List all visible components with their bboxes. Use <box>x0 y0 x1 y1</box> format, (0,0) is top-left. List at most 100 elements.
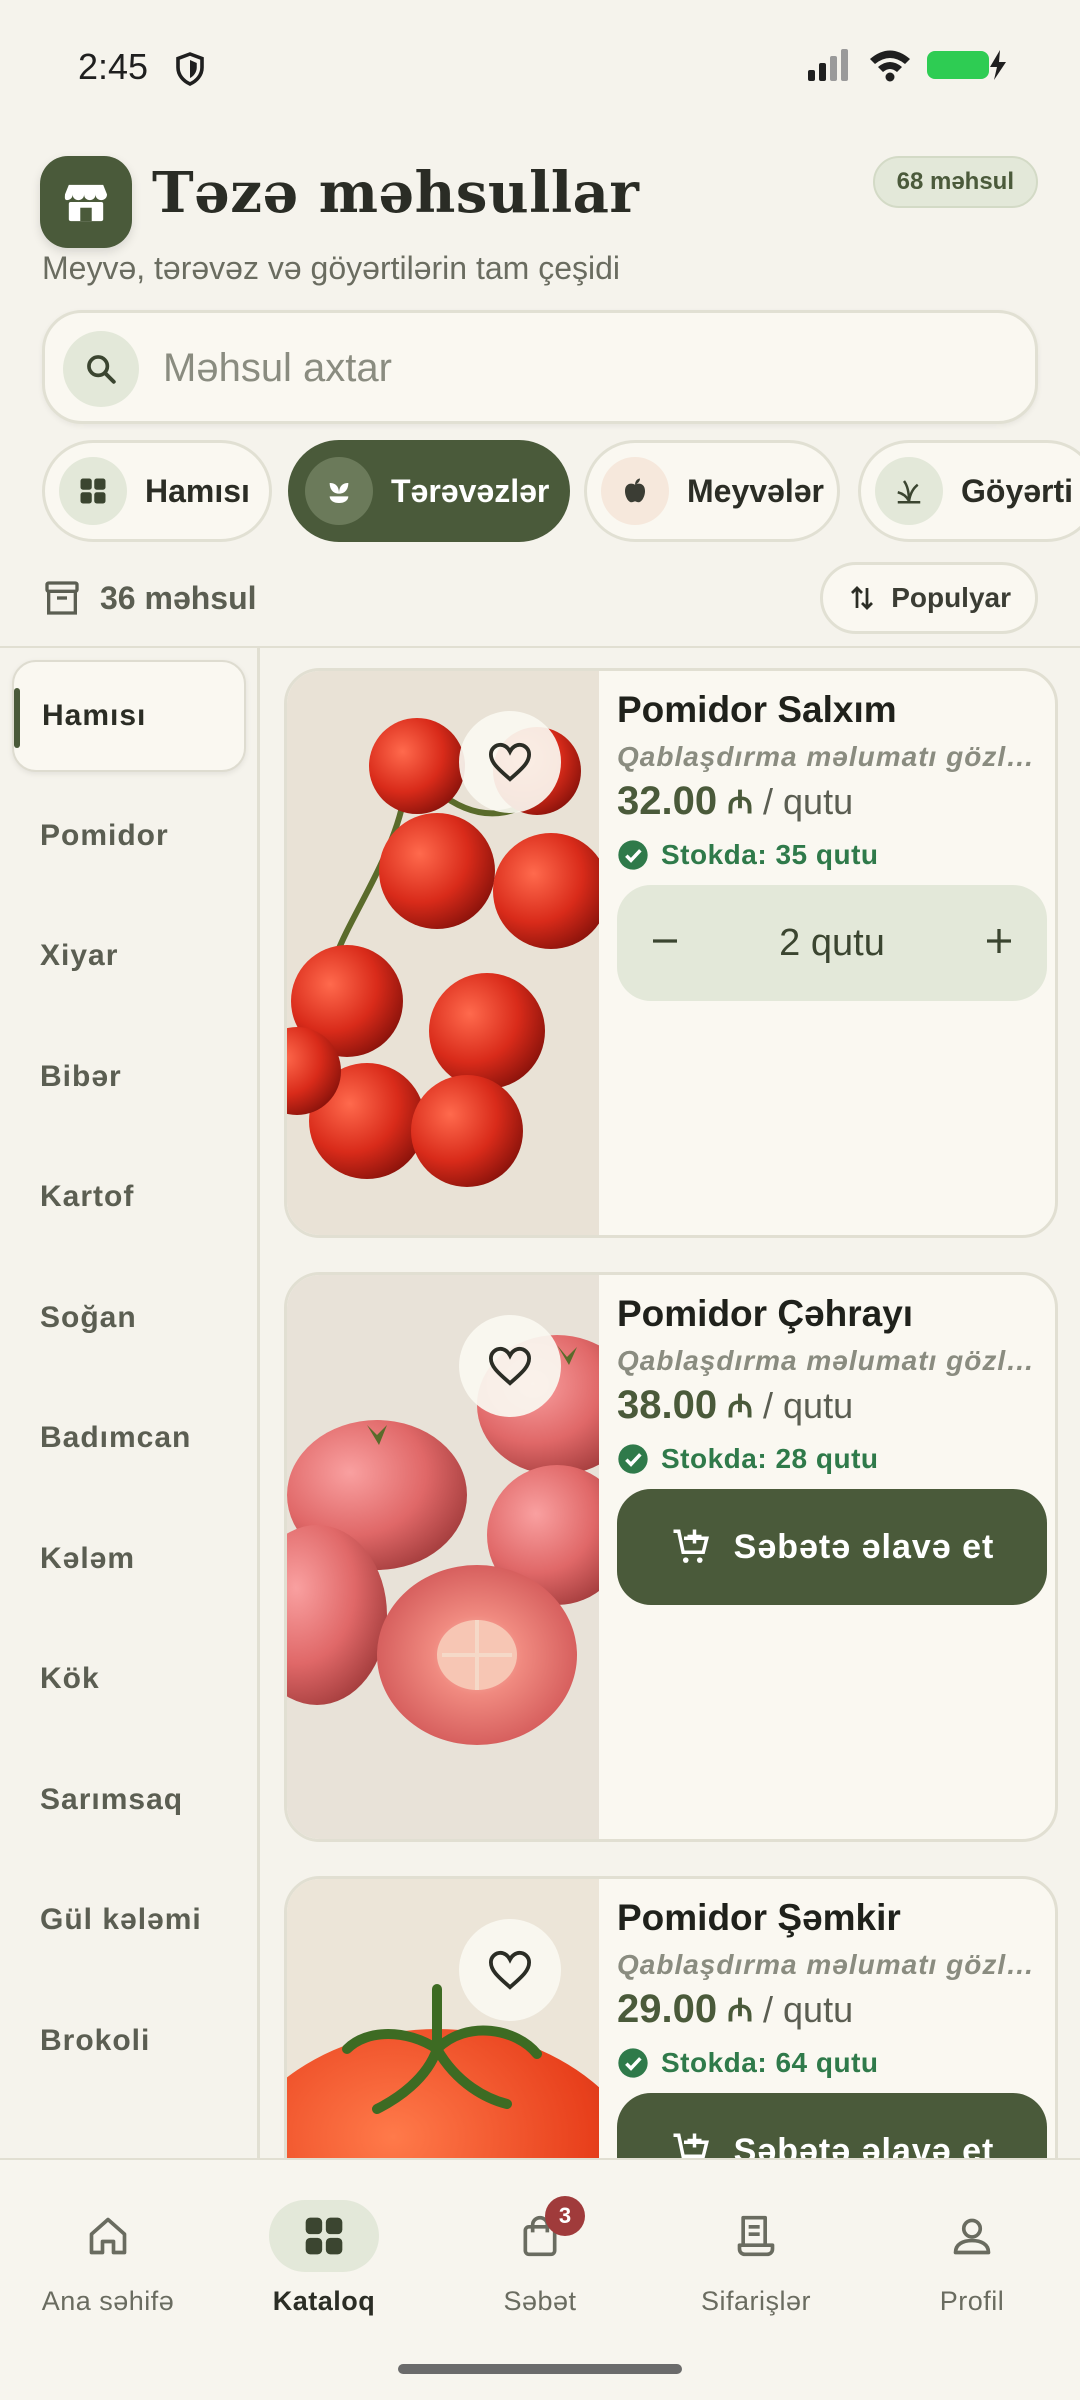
price-value: 29.00 <box>617 1987 718 2031</box>
wifi-icon <box>870 50 910 82</box>
home-icon <box>53 2200 163 2272</box>
decrease-button[interactable] <box>647 923 683 964</box>
search-icon <box>63 331 139 407</box>
quantity-stepper: 2 qutu <box>617 885 1047 1001</box>
nav-orders[interactable]: Sifarişlər <box>648 2200 864 2317</box>
nav-profile[interactable]: Profil <box>864 2200 1080 2317</box>
chip-label: Göyərti <box>961 472 1074 509</box>
sort-arrows-icon <box>851 586 874 610</box>
sort-label: Populyar <box>891 582 1011 613</box>
chip-label: Meyvələr <box>687 472 824 509</box>
stock-status: Stokda: 35 qutu <box>617 839 879 871</box>
chip-vegetables[interactable]: Tərəvəzlər <box>288 440 570 542</box>
add-to-cart-label: Səbətə əlavə et <box>733 1527 995 1566</box>
add-to-cart-button[interactable]: Səbətə əlavə et <box>617 2093 1047 2158</box>
status-bar: 2:45 <box>0 0 1080 130</box>
sidebar-item-broccoli[interactable]: Brokoli <box>12 1985 246 2097</box>
sidebar-item-carrot[interactable]: Kök <box>12 1623 246 1735</box>
currency-symbol: ₼ <box>727 1992 754 2028</box>
increase-button[interactable] <box>981 923 1017 964</box>
chip-greens[interactable]: Göyərti <box>858 440 1080 542</box>
cart-count-badge: 3 <box>545 2196 585 2236</box>
favorite-button[interactable] <box>459 711 561 813</box>
product-card[interactable]: Pomidor Şəmkir Qablaşdırma məlumatı gözl… <box>284 1876 1058 2158</box>
sidebar-item-cucumber[interactable]: Xiyar <box>12 900 246 1012</box>
add-to-cart-label: Səbətə əlavə et <box>733 2131 995 2159</box>
price-unit: / qutu <box>763 1988 854 2030</box>
shield-icon <box>176 52 204 86</box>
product-card[interactable]: Pomidor Salxım Qablaşdırma məlumatı gözl… <box>284 668 1058 1238</box>
nav-label: Profil <box>939 2286 1005 2316</box>
price-unit: / qutu <box>763 1384 854 1426</box>
herb-icon <box>875 457 943 525</box>
battery-charging-icon <box>927 50 1006 80</box>
product-pack-info: Qablaşdırma məlumatı gözlənilir <box>617 741 1047 772</box>
home-indicator[interactable] <box>398 2364 682 2374</box>
product-card[interactable]: Pomidor Çəhrayı Qablaşdırma məlumatı göz… <box>284 1272 1058 1842</box>
product-info: Pomidor Salxım Qablaşdırma məlumatı gözl… <box>617 671 1047 1235</box>
sidebar-item-potato[interactable]: Kartof <box>12 1141 246 1253</box>
search-box[interactable] <box>42 310 1038 424</box>
sidebar-item-tomato[interactable]: Pomidor <box>12 780 246 892</box>
catalog-grid-icon <box>269 2200 379 2272</box>
sidebar-item-garlic[interactable]: Sarımsaq <box>12 1744 246 1856</box>
heart-icon <box>488 1346 532 1386</box>
signal-icon <box>808 49 848 81</box>
chip-fruits[interactable]: Meyvələr <box>584 440 840 542</box>
product-pack-info: Qablaşdırma məlumatı gözlənilir <box>617 1949 1047 1980</box>
sidebar-item-onion[interactable]: Soğan <box>12 1262 246 1374</box>
person-icon <box>917 2200 1027 2272</box>
archive-box-icon <box>45 581 79 615</box>
stock-text: Stokda: 28 qutu <box>661 1443 879 1474</box>
nav-catalog[interactable]: Kataloq <box>216 2200 432 2317</box>
nav-label: Kataloq <box>272 2286 376 2316</box>
search-input[interactable] <box>163 335 983 401</box>
product-name: Pomidor Şəmkir <box>617 1897 901 1938</box>
product-image <box>287 671 599 1235</box>
product-pack-info: Qablaşdırma məlumatı gözlənilir <box>617 1345 1047 1376</box>
page-title: Təzə məhsullar <box>152 160 640 226</box>
plus-icon <box>987 928 1011 953</box>
product-name: Pomidor Salxım <box>617 689 897 730</box>
sidebar-item-pepper[interactable]: Bibər <box>12 1021 246 1133</box>
sidebar-item-all[interactable]: Hamısı <box>12 660 246 772</box>
nav-label: Ana səhifə <box>41 2286 175 2316</box>
cart-add-icon <box>673 2133 709 2158</box>
chip-all[interactable]: Hamısı <box>42 440 272 542</box>
product-info: Pomidor Şəmkir Qablaşdırma məlumatı gözl… <box>617 1879 1047 2158</box>
sidebar-item-eggplant[interactable]: Badımcan <box>12 1382 246 1494</box>
chip-label: Tərəvəzlər <box>391 472 550 509</box>
nav-home[interactable]: Ana səhifə <box>0 2200 216 2317</box>
check-circle-icon <box>618 1444 648 1474</box>
product-list: Pomidor Salxım Qablaşdırma məlumatı gözl… <box>282 648 1080 2158</box>
quantity-value: 2 qutu <box>779 921 885 964</box>
nav-label: Səbət <box>503 2286 577 2316</box>
sidebar-item-cauliflower[interactable]: Gül kələmi <box>12 1864 246 1976</box>
sidebar-item-cabbage[interactable]: Kələm <box>12 1503 246 1615</box>
favorite-button[interactable] <box>459 1315 561 1417</box>
favorite-button[interactable] <box>459 1919 561 2021</box>
price-value: 38.00 <box>617 1383 718 1427</box>
price-value: 32.00 <box>617 779 718 823</box>
shopping-bag-icon: 3 <box>485 2196 595 2272</box>
product-price: 29.00 ₼ / qutu <box>617 1987 853 2032</box>
nav-cart[interactable]: 3 Səbət <box>432 2196 648 2317</box>
product-name: Pomidor Çəhrayı <box>617 1293 914 1334</box>
add-to-cart-button[interactable]: Səbətə əlavə et <box>617 1489 1047 1605</box>
nav-label: Sifarişlər <box>700 2286 812 2316</box>
product-image <box>287 1275 599 1839</box>
status-indicators <box>806 48 1008 82</box>
stock-text: Stokda: 64 qutu <box>661 2047 879 2078</box>
category-chips: Hamısı Tərəvəzlər Meyvələr Göyərti <box>42 440 1080 546</box>
stock-status: Stokda: 28 qutu <box>617 1443 879 1475</box>
heart-icon <box>488 742 532 782</box>
page-subtitle: Meyvə, tərəvəz və göyərtilərin tam çeşid… <box>42 250 620 286</box>
chip-label: Hamısı <box>145 472 250 509</box>
minus-icon <box>653 938 677 943</box>
currency-symbol: ₼ <box>727 784 754 820</box>
stock-status: Stokda: 64 qutu <box>617 2047 879 2079</box>
sort-button[interactable]: Populyar <box>820 562 1038 634</box>
storefront-icon <box>40 156 132 248</box>
grid-icon <box>59 457 127 525</box>
product-price: 32.00 ₼ / qutu <box>617 779 853 824</box>
